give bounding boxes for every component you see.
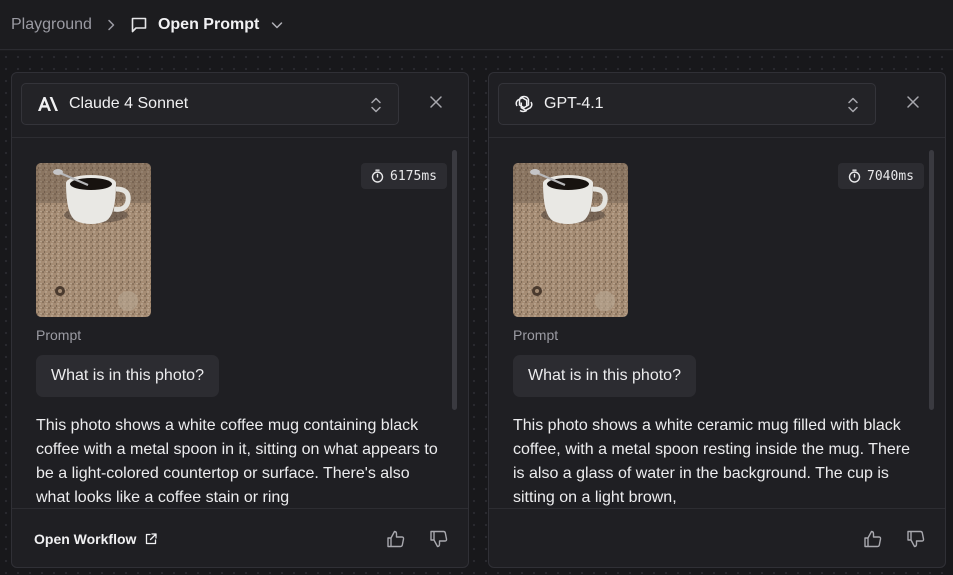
model-panel-claude: Claude 4 Sonnet 6175ms Prompt What is in… [11, 72, 469, 568]
updown-chevron-icon [370, 96, 382, 119]
response-text: This photo shows a white ceramic mug fil… [513, 417, 910, 506]
open-workflow-label: Open Workflow [34, 531, 137, 547]
model-name: Claude 4 Sonnet [69, 95, 189, 112]
panel-footer: Open Workflow [12, 509, 468, 567]
latency-badge: 7040ms [838, 163, 924, 189]
stopwatch-icon [371, 169, 384, 183]
scrollbar[interactable] [929, 150, 934, 410]
latency-badge: 6175ms [361, 163, 447, 189]
chevron-down-icon[interactable] [271, 20, 283, 30]
breadcrumb-playground[interactable]: Playground [11, 16, 92, 34]
open-workflow-link[interactable]: Open Workflow [34, 531, 158, 547]
response-text: This photo shows a white coffee mug cont… [36, 417, 438, 506]
prompt-bubble: What is in this photo? [36, 355, 219, 397]
breadcrumb-current-prompt[interactable]: Open Prompt [158, 16, 259, 34]
model-name: GPT-4.1 [544, 95, 604, 112]
chevron-right-icon [106, 19, 116, 31]
thumbs-down-icon[interactable] [429, 529, 449, 554]
top-bar: Playground Open Prompt [0, 0, 953, 50]
thumbs-down-icon[interactable] [906, 529, 926, 554]
thumbs-up-icon[interactable] [863, 529, 883, 554]
coffee-mug-photo [513, 163, 628, 317]
prompt-label: Prompt [513, 327, 559, 343]
model-panel-gpt: GPT-4.1 7040ms Prompt What is in this ph… [488, 72, 946, 568]
response-area: 6175ms Prompt What is in this photo? Thi… [12, 138, 468, 508]
panel-footer [489, 509, 945, 567]
stopwatch-icon [848, 169, 861, 183]
external-link-icon [145, 533, 158, 545]
model-selector[interactable]: Claude 4 Sonnet [21, 83, 399, 125]
openai-logo-icon [514, 94, 534, 114]
updown-chevron-icon [847, 96, 859, 119]
model-selector[interactable]: GPT-4.1 [498, 83, 876, 125]
thumbs-up-icon[interactable] [386, 529, 406, 554]
close-icon[interactable] [906, 95, 920, 114]
chat-bubble-icon [130, 16, 148, 34]
latency-value: 7040ms [867, 168, 914, 184]
close-icon[interactable] [429, 95, 443, 114]
scrollbar[interactable] [452, 150, 457, 410]
prompt-label: Prompt [36, 327, 82, 343]
anthropic-logo-icon [37, 96, 59, 112]
coffee-mug-photo [36, 163, 151, 317]
latency-value: 6175ms [390, 168, 437, 184]
prompt-bubble: What is in this photo? [513, 355, 696, 397]
response-area: 7040ms Prompt What is in this photo? Thi… [489, 138, 945, 508]
